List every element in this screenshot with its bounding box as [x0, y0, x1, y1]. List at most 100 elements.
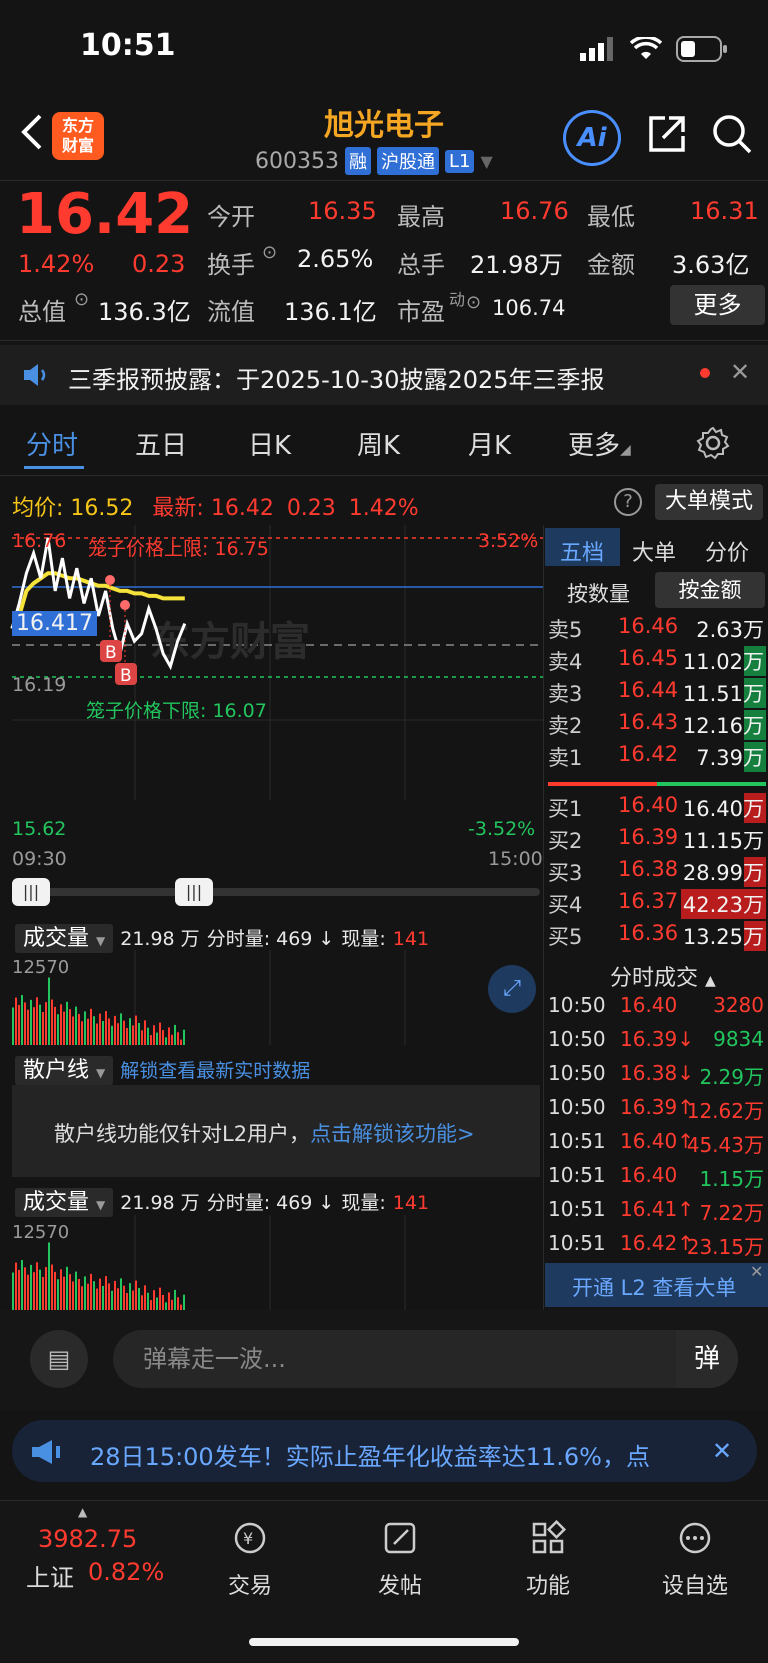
ob-volume: 12.16万: [680, 710, 766, 740]
ob-by-amount[interactable]: 按金额: [655, 572, 765, 608]
info-dots-icon[interactable]: ⊙: [466, 292, 481, 313]
volume-bar: [108, 1018, 110, 1045]
index-pct[interactable]: 0.82%: [88, 1558, 164, 1586]
tab-active-indicator: [24, 466, 84, 469]
retail-selector[interactable]: 散户线 ▼: [15, 1056, 114, 1085]
l2-banner-text[interactable]: 开通 L2 查看大单: [572, 1272, 736, 1302]
ad-text[interactable]: 28日15:00发车！实际止盈年化收益率达11.6%，点: [90, 1437, 690, 1472]
quote-divider: [0, 340, 768, 341]
bid-row[interactable]: 买5 16.36 13.25万: [548, 921, 766, 953]
share-icon[interactable]: [645, 112, 689, 156]
index-name[interactable]: 上证: [26, 1558, 74, 1593]
reference-price: 16.19: [12, 674, 67, 696]
search-icon[interactable]: [710, 112, 754, 156]
tab-five-day[interactable]: 五日: [135, 425, 187, 462]
nav-watchlist[interactable]: 设自选: [640, 1520, 750, 1600]
time-end: 15:00: [488, 848, 543, 870]
trade-price: 16.40: [620, 993, 678, 1017]
pe-value: 106.74: [492, 296, 566, 320]
help-icon[interactable]: ?: [614, 488, 642, 516]
ob-price: 16.40: [618, 793, 679, 817]
ob-tab-price[interactable]: 分价: [705, 535, 749, 567]
volume-bar: [36, 997, 38, 1045]
volume-bar: [75, 1006, 77, 1045]
volume-bar: [123, 1285, 125, 1310]
volume-bar: [84, 1011, 86, 1045]
ob-tab-five[interactable]: 五档: [560, 535, 604, 567]
tab-more[interactable]: 更多◢: [568, 425, 631, 462]
trade-row: 10:51 16.40↑ 45.43万: [548, 1129, 766, 1161]
intraday-chart[interactable]: 东方财富 B B: [0, 525, 543, 825]
volume-bar: [165, 1037, 167, 1045]
chart-bottom-price: 15.62: [12, 818, 67, 840]
ask-row[interactable]: 卖1 16.42 7.39万: [548, 742, 766, 774]
home-indicator: [249, 1638, 519, 1646]
range-slider-handle-right[interactable]: |||: [175, 878, 213, 906]
volume-bar: [21, 1260, 23, 1310]
open-label: 今开: [207, 203, 255, 231]
tab-monthly-k[interactable]: 月K: [468, 425, 511, 462]
volume-header-2: 成交量 ▼ 21.98 万 分时量: 469 ↓ 现量: 141: [15, 1184, 429, 1217]
expand-icon[interactable]: ⤢: [488, 965, 536, 1013]
retail-unlock-button[interactable]: 点击解锁该功能>: [310, 1122, 475, 1146]
info-dots-icon[interactable]: ⊙: [74, 289, 89, 310]
ob-label: 买4: [548, 893, 583, 917]
l2-close-icon[interactable]: ✕: [750, 1262, 763, 1281]
tab-intraday[interactable]: 分时: [26, 425, 78, 462]
ob-volume: 42.23万: [680, 889, 766, 919]
bid-row[interactable]: 买2 16.39 11.15万: [548, 825, 766, 857]
ob-by-qty[interactable]: 按数量: [567, 578, 630, 608]
nav-post[interactable]: 发帖: [345, 1520, 455, 1600]
retail-lock-message[interactable]: 散户线功能仅针对L2用户，点击解锁该功能>: [54, 1118, 475, 1148]
ask-row[interactable]: 卖4 16.45 11.02万: [548, 646, 766, 678]
volume-bar: [111, 1025, 113, 1045]
ob-volume: 11.15万: [682, 829, 764, 853]
nav-post-label: 发帖: [377, 1574, 422, 1599]
volume-current: 141: [392, 928, 430, 950]
bid-row[interactable]: 买1 16.40 16.40万: [548, 793, 766, 825]
info-dots-icon[interactable]: ⊙: [262, 242, 277, 263]
more-button[interactable]: 更多: [670, 285, 765, 325]
trade-price: 16.41↑: [620, 1197, 695, 1221]
volume-value: 21.98万: [470, 251, 563, 279]
big-order-mode-button[interactable]: 大单模式: [655, 484, 763, 520]
ask-row[interactable]: 卖3 16.44 11.51万: [548, 678, 766, 710]
danmu-settings-icon[interactable]: ▤: [30, 1330, 88, 1388]
ob-price: 16.43: [618, 710, 679, 734]
volume-bar: [147, 1027, 149, 1045]
volume-selector-2[interactable]: 成交量 ▼: [15, 1188, 114, 1217]
bid-row[interactable]: 买3 16.38 28.99万: [548, 857, 766, 889]
stock-code-row[interactable]: 600353 融 沪股通 L1 ▼: [255, 147, 493, 175]
volume-selector-label: 成交量: [23, 1190, 90, 1215]
ask-row[interactable]: 卖5 16.46 2.63万: [548, 614, 766, 646]
ad-close-icon[interactable]: ✕: [712, 1437, 732, 1465]
settings-gear-icon[interactable]: [695, 425, 731, 461]
ob-tab-big[interactable]: 大单: [632, 535, 676, 567]
danmu-send-button[interactable]: 弹: [676, 1330, 738, 1388]
close-icon[interactable]: ✕: [730, 358, 750, 386]
index-value[interactable]: 3982.75: [38, 1525, 137, 1553]
ob-volume: 13.25万: [680, 921, 766, 951]
tab-daily-k[interactable]: 日K: [248, 425, 291, 462]
volume-bar: [132, 1290, 134, 1310]
tab-weekly-k[interactable]: 周K: [357, 425, 400, 462]
volume-bar: [177, 1297, 179, 1310]
nav-function[interactable]: 功能: [493, 1519, 603, 1600]
ob-label: 卖1: [548, 746, 583, 770]
change-value: 0.23: [132, 250, 186, 278]
ob-price: 16.37: [618, 889, 679, 913]
danmu-input[interactable]: 弹幕走一波...: [113, 1330, 738, 1388]
ask-row[interactable]: 卖2 16.43 12.16万: [548, 710, 766, 742]
range-slider-handle-left[interactable]: |||: [12, 878, 50, 906]
bid-row[interactable]: 买4 16.37 42.23万: [548, 889, 766, 921]
range-slider-track[interactable]: [12, 888, 540, 896]
index-expand-icon[interactable]: ▲: [78, 1505, 87, 1519]
volume-bar: [123, 1020, 125, 1045]
volume-selector[interactable]: 成交量 ▼: [15, 924, 114, 953]
ai-button[interactable]: Ai: [563, 110, 621, 166]
volume-bar: [87, 1018, 89, 1045]
retail-unlock-link[interactable]: 解锁查看最新实时数据: [120, 1060, 310, 1082]
nav-trade[interactable]: ¥ 交易: [195, 1520, 305, 1600]
notice-text[interactable]: 三季报预披露：于2025-10-30披露2025年三季报: [68, 360, 605, 395]
trade-price: 16.39↑: [620, 1095, 695, 1119]
